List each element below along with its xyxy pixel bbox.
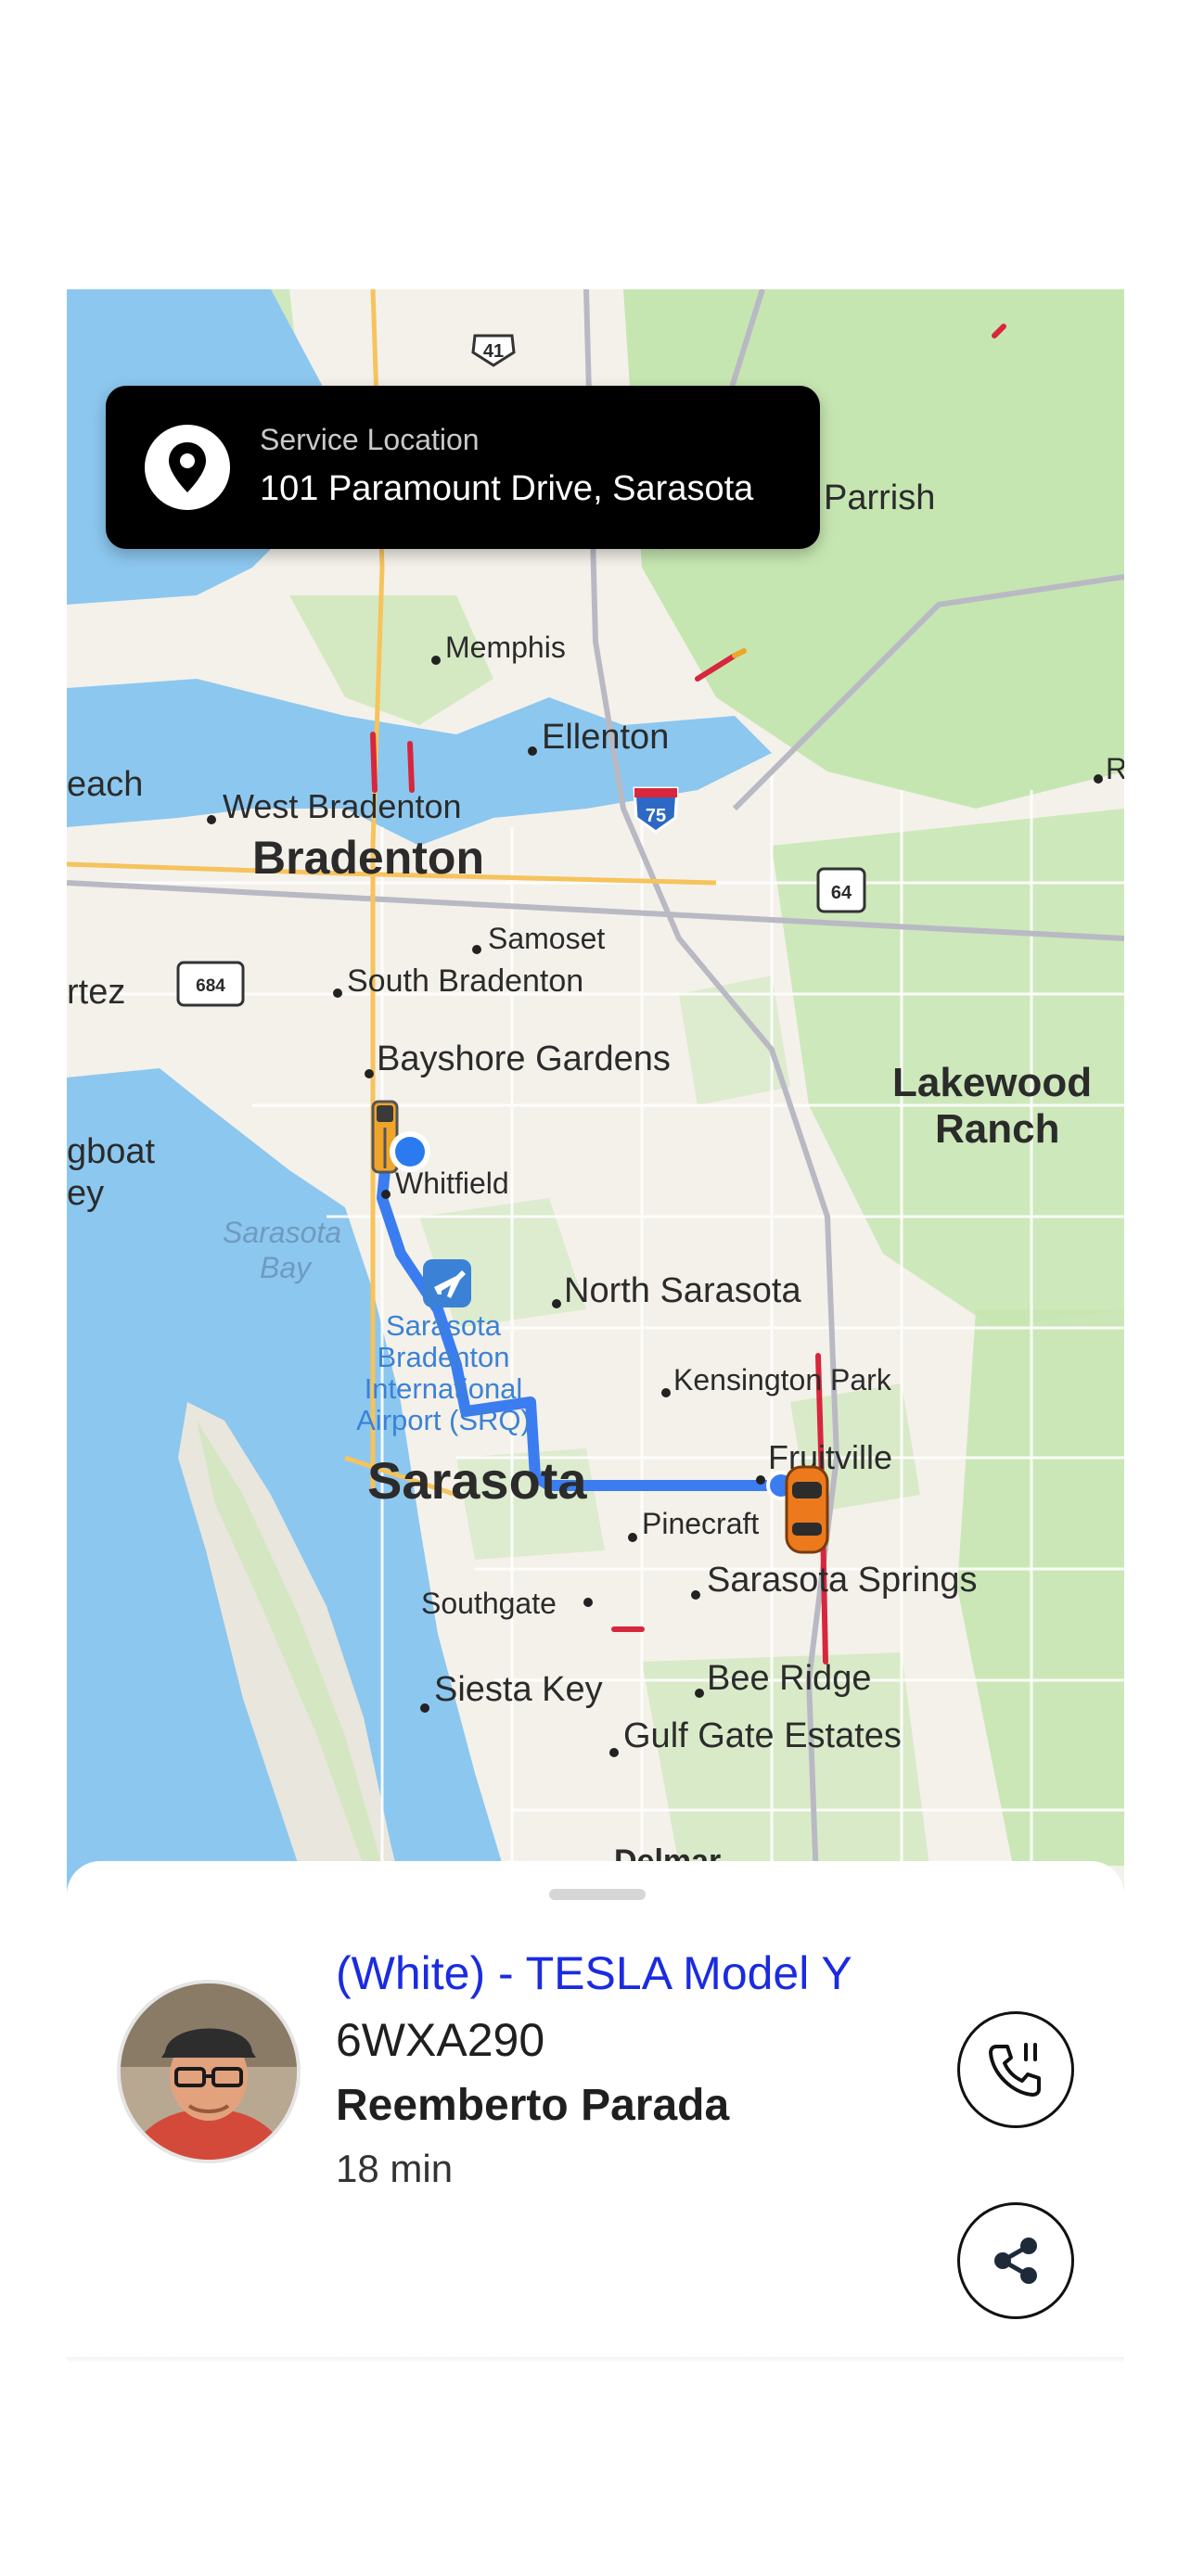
place-west-bradenton: West Bradenton	[223, 787, 461, 825]
svg-text:41: 41	[483, 341, 504, 362]
driver-name: Reemberto Parada	[336, 2081, 730, 2130]
place-ey: ey	[67, 1174, 104, 1213]
place-pinecraft: Pinecraft	[642, 1507, 759, 1540]
service-location-banner[interactable]: Service Location 101 Paramount Drive, Sa…	[106, 386, 820, 549]
phone-call-icon	[989, 2043, 1041, 2097]
water-sarasota-bay-2: Bay	[260, 1251, 313, 1284]
place-memphis: Memphis	[445, 631, 566, 664]
place-sarasota: Sarasota	[367, 1451, 587, 1510]
place-sarasota-springs: Sarasota Springs	[707, 1561, 978, 1600]
airport-label-3: International	[365, 1372, 523, 1405]
place-bradenton: Bradenton	[252, 832, 484, 884]
tracking-card: 41 75 64 684 Parrish Memphis Ellenton ea…	[67, 289, 1124, 2357]
place-gboat: gboat	[67, 1132, 156, 1171]
place-kensington-park: Kensington Park	[673, 1363, 892, 1396]
place-fruitville: Fruitville	[768, 1438, 892, 1476]
airport-icon	[423, 1259, 471, 1307]
svg-text:75: 75	[646, 806, 666, 826]
place-gulf-gate-estates: Gulf Gate Estates	[623, 1716, 902, 1755]
place-lakewood: Lakewood	[892, 1060, 1092, 1105]
card-bottom-edge	[67, 2357, 1124, 2363]
place-r-edge: R	[1106, 752, 1124, 785]
place-ranch: Ranch	[935, 1106, 1059, 1152]
place-samoset: Samoset	[488, 922, 605, 955]
place-bee-ridge: Bee Ridge	[707, 1659, 871, 1698]
service-location-label: Service Location	[260, 423, 480, 456]
airport-label-2: Bradenton	[377, 1341, 509, 1373]
svg-text:684: 684	[196, 976, 225, 996]
share-button[interactable]	[957, 2202, 1074, 2319]
place-southgate: Southgate	[421, 1587, 557, 1620]
eta-text: 18 min	[336, 2147, 454, 2190]
sr684-shield: 684	[176, 961, 245, 1007]
location-pin-icon	[145, 425, 230, 510]
sr64-shield: 64	[816, 867, 866, 913]
place-ellenton: Ellenton	[542, 718, 669, 757]
place-rtez: rtez	[67, 973, 125, 1012]
airport-label-4: Airport (SRQ)	[356, 1404, 531, 1436]
place-siesta-key: Siesta Key	[434, 1670, 603, 1709]
vehicle-description[interactable]: (White) - TESLA Model Y	[336, 1946, 852, 2000]
service-location-address: 101 Paramount Drive, Sarasota	[260, 469, 754, 508]
place-north-sarasota: North Sarasota	[564, 1271, 801, 1310]
driver-avatar	[117, 1980, 301, 2163]
place-each: each	[67, 765, 143, 804]
share-icon	[994, 2238, 1037, 2284]
driver-sheet[interactable]: (White) - TESLA Model Y 6WXA290 Reembert…	[67, 1861, 1124, 2357]
place-bayshore-gardens: Bayshore Gardens	[377, 1039, 671, 1078]
svg-text:64: 64	[831, 883, 852, 903]
license-plate: 6WXA290	[336, 2014, 545, 2066]
call-button[interactable]	[957, 2011, 1074, 2128]
sheet-drag-handle[interactable]	[549, 1889, 646, 1900]
water-sarasota-bay-1: Sarasota	[223, 1216, 341, 1249]
current-location-dot	[390, 1131, 430, 1172]
place-south-bradenton: South Bradenton	[347, 963, 583, 999]
airport-label-1: Sarasota	[386, 1309, 502, 1342]
place-parrish: Parrish	[824, 478, 935, 517]
